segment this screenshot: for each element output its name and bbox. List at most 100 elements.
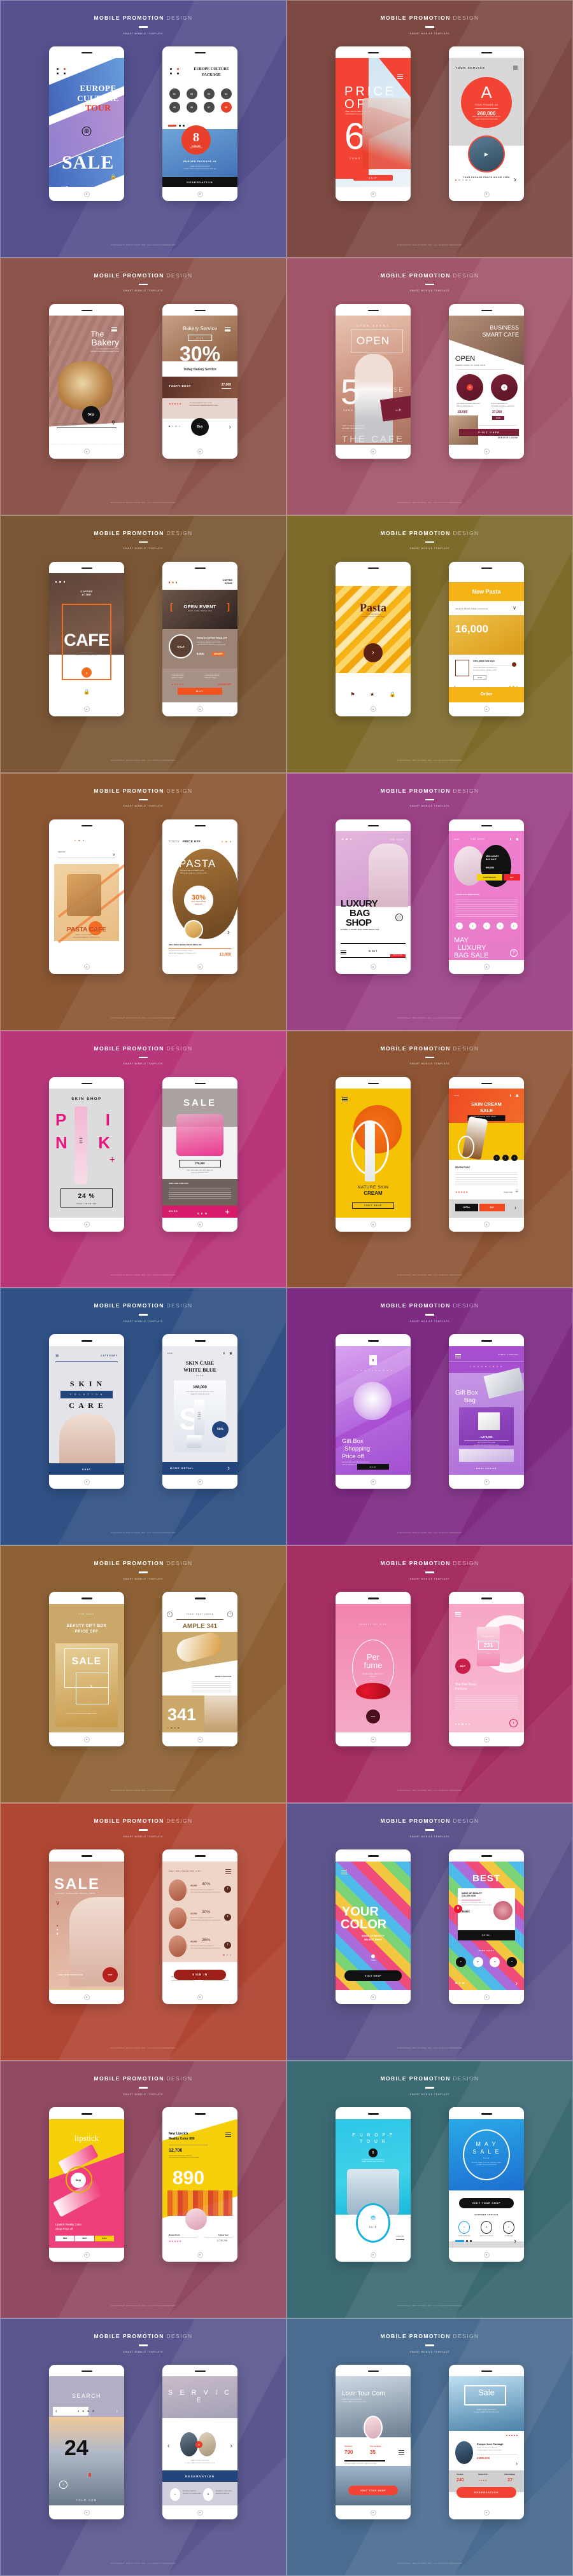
tab-dot-2[interactable] (183, 125, 185, 127)
arrow-card[interactable]: → (379, 395, 411, 422)
home-button[interactable] (370, 187, 376, 201)
location-icon[interactable]: ⚑ (350, 692, 355, 697)
location-select[interactable]: SELECT PASTA CAFE LOCATION (455, 608, 488, 610)
footer-membership[interactable]: MEMBERSHIP (171, 1976, 194, 1982)
dot[interactable] (171, 1727, 173, 1729)
menu-icon[interactable] (455, 1612, 461, 1618)
item-2-add[interactable]: + (224, 1913, 231, 1921)
home-button[interactable] (83, 1990, 90, 2004)
package-chip-03[interactable]: 03 (203, 88, 215, 100)
dot[interactable] (462, 179, 464, 181)
support-icon-2[interactable]: ▪ (481, 2220, 493, 2234)
next-button[interactable]: › (364, 643, 383, 663)
dot[interactable] (175, 425, 177, 427)
search-icon[interactable]: ⚲ (111, 420, 115, 426)
visit-shop-button[interactable]: VISIT SHOP (344, 1970, 402, 1982)
menu-icon[interactable] (342, 1096, 348, 1103)
dot[interactable] (342, 839, 344, 840)
action-share-icon[interactable]: ▪ (502, 1154, 509, 1161)
package-chip-04[interactable]: 04 (220, 88, 232, 100)
select-category[interactable]: SELECT CATEGORY (498, 1354, 519, 1356)
next-arrow[interactable]: › (514, 1204, 516, 1211)
menu-icon[interactable] (341, 1869, 347, 1876)
grid-icon[interactable]: ☰ (55, 1354, 59, 1358)
dot[interactable] (514, 2435, 515, 2437)
dot[interactable] (175, 581, 178, 583)
skip-button[interactable]: SKIP (366, 1709, 380, 1724)
menu-icon[interactable] (111, 326, 117, 332)
home-button[interactable] (370, 1990, 376, 2004)
action-save-icon[interactable]: ▪ (493, 1154, 500, 1161)
dot[interactable] (55, 581, 57, 583)
dot[interactable] (174, 1727, 176, 1729)
action-more-icon[interactable]: ▪ (511, 1154, 518, 1161)
home-button[interactable] (83, 1475, 90, 1489)
dot[interactable] (63, 581, 66, 583)
home-button[interactable] (370, 702, 376, 716)
skip-button[interactable]: SKIP (353, 175, 393, 181)
home-button[interactable] (83, 187, 90, 201)
next-arrow[interactable]: › (230, 2442, 232, 2449)
home-button[interactable] (483, 1218, 490, 1232)
support-icon-3[interactable]: ▪ (502, 2220, 514, 2234)
support-icon-1[interactable]: ▪ (458, 2220, 470, 2234)
visit-shop-button[interactable]: VISIT SHOP (352, 1202, 394, 1209)
visit-tour-shop-button[interactable]: VISIT TOUR SHOP (348, 2486, 398, 2496)
skip-label[interactable]: SKIP (336, 2226, 411, 2229)
login-icon[interactable]: ● (371, 1954, 375, 1958)
dot[interactable] (465, 179, 467, 181)
dot[interactable] (229, 841, 231, 843)
dot[interactable] (172, 581, 174, 583)
service-select[interactable]: SERVICE (58, 851, 65, 853)
feature-card-icon[interactable]: ▪ (469, 922, 476, 930)
package-chip-06[interactable]: 06 (186, 102, 197, 113)
home-button[interactable] (370, 2505, 376, 2519)
home-button[interactable] (83, 1218, 90, 1232)
visit-cafe-button[interactable]: VISIT CAFE (459, 428, 519, 436)
dot[interactable] (226, 1954, 228, 1956)
more-detail-button[interactable]: MORE DETAIL (162, 1462, 237, 1475)
home-button[interactable] (197, 2248, 203, 2262)
home-button[interactable] (197, 960, 203, 974)
home-button[interactable] (483, 187, 490, 201)
login-label[interactable]: LOGIN (336, 1960, 411, 1961)
dot[interactable] (462, 1723, 463, 1725)
product-2-more[interactable]: MORE (492, 416, 505, 421)
guide-icon-3[interactable]: ▪ (490, 1956, 500, 1967)
dot[interactable] (229, 1954, 231, 1956)
home-button[interactable] (370, 1218, 376, 1232)
next-arrow[interactable]: › (515, 1980, 518, 1988)
home-button[interactable] (483, 445, 490, 459)
item-3-add[interactable]: + (224, 1941, 231, 1949)
more-design-button[interactable]: MORE DESIGN (449, 1467, 524, 1470)
footer-shopping-list[interactable]: SHOPPING LIST (203, 1976, 229, 1982)
dot[interactable] (57, 1929, 59, 1931)
dot[interactable] (197, 1213, 199, 1215)
home-button[interactable] (370, 960, 376, 974)
dot[interactable] (169, 581, 171, 583)
home-button[interactable] (483, 2505, 490, 2519)
shopping-bag-button[interactable]: SHOPPING BAG (477, 874, 502, 881)
dot[interactable] (205, 1213, 207, 1215)
home-button[interactable] (197, 2505, 203, 2519)
home-button[interactable] (483, 960, 490, 974)
package-chip-08[interactable]: 08 (220, 102, 232, 113)
tab-dot-1[interactable] (179, 125, 181, 127)
search-input[interactable]: SEARCH FRESH BAKERY SHOP (57, 422, 117, 428)
next-arrow[interactable]: › (227, 1611, 233, 1617)
chevron-down-icon[interactable]: ∨ (113, 853, 115, 857)
info-badge[interactable]: ⓘ (395, 914, 403, 922)
dot[interactable] (465, 1723, 467, 1725)
dot[interactable] (511, 2435, 513, 2437)
dot[interactable] (78, 840, 80, 842)
chevron-down-icon[interactable]: ∨ (55, 1900, 60, 1907)
tab-bar-active[interactable] (168, 125, 176, 127)
arrow-icon[interactable]: › (90, 1681, 92, 1690)
next-arrow[interactable]: › (227, 1465, 230, 1472)
dot[interactable] (74, 840, 76, 842)
home-button[interactable] (483, 1475, 490, 1489)
dot[interactable] (455, 1723, 457, 1725)
arrow-icon[interactable]: → (59, 179, 71, 187)
dot[interactable] (201, 1213, 203, 1215)
home-button[interactable] (83, 1732, 90, 1746)
